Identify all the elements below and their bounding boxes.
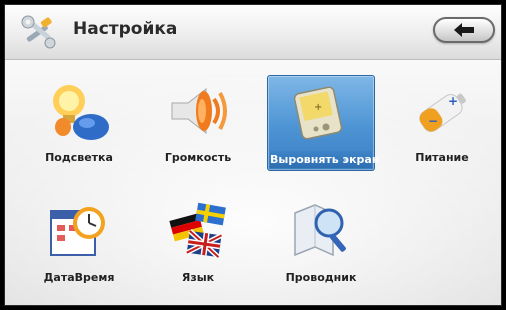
- settings-screen: Настройка Подсветка Громкость + Выровнят…: [4, 4, 502, 306]
- screen-calibration-icon: +: [290, 80, 354, 144]
- tile-label: Язык: [181, 271, 215, 284]
- date-time-clock-icon: [47, 199, 111, 263]
- tile-label: Питание: [415, 151, 469, 164]
- volume-speaker-icon: [166, 79, 230, 143]
- language-flags-icon: [166, 199, 230, 263]
- tile-label: Проводник: [285, 271, 357, 284]
- tile-label: Громкость: [164, 151, 232, 164]
- tile-volume[interactable]: Громкость: [144, 75, 252, 171]
- tile-align-screen[interactable]: + Выровнять экран: [267, 75, 380, 171]
- battery-icon: + −: [410, 79, 474, 143]
- tools-icon: [19, 13, 59, 51]
- file-explorer-magnifier-icon: [289, 199, 353, 263]
- svg-text:+: +: [448, 94, 458, 108]
- back-button[interactable]: [433, 17, 495, 43]
- header-bar: Настройка: [5, 5, 501, 60]
- tile-explorer[interactable]: Проводник: [267, 195, 375, 291]
- tile-label: ДатаВремя: [43, 271, 115, 284]
- tile-language[interactable]: Язык: [144, 195, 252, 291]
- tile-label: Выровнять экран: [270, 151, 380, 168]
- tile-date-time[interactable]: ДатаВремя: [25, 195, 133, 291]
- svg-text:−: −: [428, 114, 438, 128]
- page-title: Настройка: [73, 19, 178, 39]
- svg-text:+: +: [314, 102, 322, 113]
- tile-backlight[interactable]: Подсветка: [25, 75, 133, 171]
- back-arrow-icon: [454, 23, 474, 37]
- tile-label: Подсветка: [45, 151, 113, 164]
- backlight-bulb-icon: [47, 79, 111, 143]
- tile-power[interactable]: + − Питание: [388, 75, 496, 171]
